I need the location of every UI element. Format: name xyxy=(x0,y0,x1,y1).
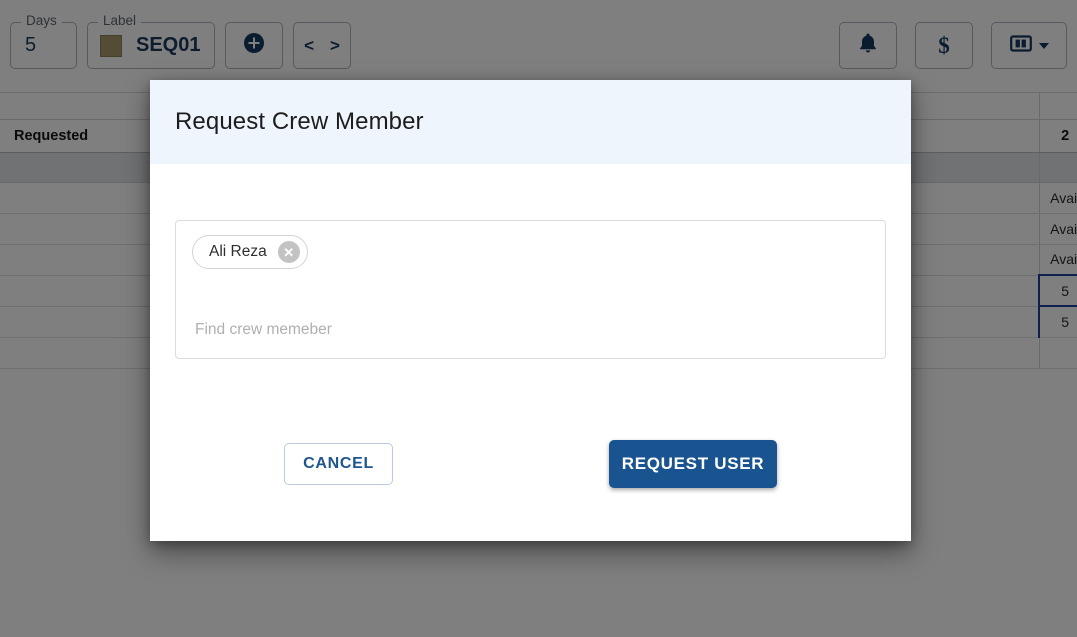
crew-chip-label: Ali Reza xyxy=(209,243,267,260)
dialog-header: Request Crew Member xyxy=(150,80,911,164)
request-crew-member-dialog: Request Crew Member Ali Reza ✕ CANCEL RE… xyxy=(150,80,911,541)
dialog-title: Request Crew Member xyxy=(175,108,424,135)
dialog-footer: CANCEL REQUEST USER xyxy=(150,411,911,541)
cancel-button[interactable]: CANCEL xyxy=(284,443,393,485)
dialog-body: Ali Reza ✕ xyxy=(150,164,911,411)
request-user-button[interactable]: REQUEST USER xyxy=(609,440,777,488)
close-circle-icon[interactable]: ✕ xyxy=(277,241,300,263)
crew-member-selector[interactable]: Ali Reza ✕ xyxy=(175,220,886,359)
dialog-actions: CANCEL REQUEST USER xyxy=(175,440,886,512)
crew-chip[interactable]: Ali Reza ✕ xyxy=(192,235,308,269)
app-root: Days 5 Label SEQ01 xyxy=(0,0,1077,637)
find-crew-member-input[interactable] xyxy=(193,320,817,340)
